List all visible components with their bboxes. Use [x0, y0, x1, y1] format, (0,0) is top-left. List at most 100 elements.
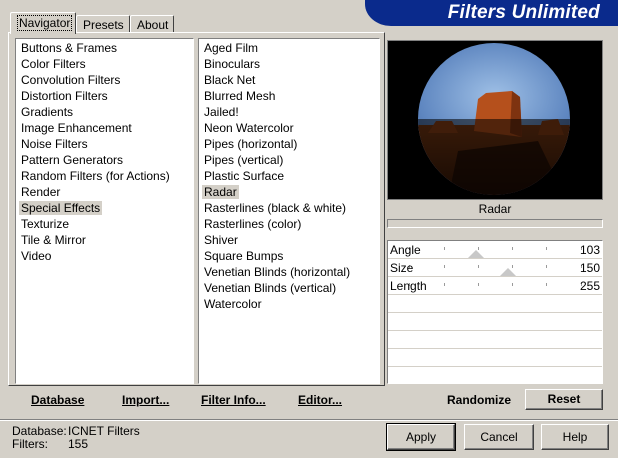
- category-item[interactable]: Texturize: [16, 216, 193, 232]
- reset-button[interactable]: Reset: [525, 389, 603, 410]
- editor-button[interactable]: Editor...: [298, 392, 342, 408]
- slider-tick: [444, 283, 445, 286]
- filter-item-label: Venetian Blinds (vertical): [204, 281, 337, 295]
- filter-list[interactable]: Aged Film Binoculars Black Net Blurred Mesh…: [198, 38, 380, 384]
- filter-item-label: Rasterlines (color): [204, 217, 302, 231]
- category-item-label: Render: [21, 185, 61, 199]
- apply-button[interactable]: Apply: [386, 423, 456, 451]
- param-row[interactable]: Length 255: [388, 277, 602, 295]
- filter-item[interactable]: Venetian Blinds (horizontal): [199, 264, 379, 280]
- tab-about[interactable]: About: [130, 15, 174, 33]
- database-button[interactable]: Database: [31, 392, 84, 408]
- filter-item[interactable]: Venetian Blinds (vertical): [199, 280, 379, 296]
- filter-item[interactable]: Radar: [199, 184, 379, 200]
- category-item-label: Special Effects: [19, 201, 103, 215]
- filter-item-label: Plastic Surface: [204, 169, 285, 183]
- filter-item[interactable]: Pipes (vertical): [199, 152, 379, 168]
- filter-info-button[interactable]: Filter Info...: [201, 392, 266, 408]
- category-item[interactable]: Special Effects: [16, 200, 193, 216]
- tab-navigator-label: Navigator: [17, 15, 73, 31]
- banner-title: Filters Unlimited: [447, 2, 600, 23]
- param-slider[interactable]: [388, 259, 602, 277]
- param-empty-row: [388, 331, 602, 349]
- import-button[interactable]: Import...: [122, 392, 169, 408]
- progress-bar: [387, 219, 603, 228]
- slider-thumb[interactable]: [468, 250, 484, 258]
- tab-presets-label: Presets: [83, 18, 124, 32]
- filter-item-label: Venetian Blinds (horizontal): [204, 265, 351, 279]
- filter-item-label: Shiver: [204, 233, 239, 247]
- category-item[interactable]: Render: [16, 184, 193, 200]
- filter-item-label: Binoculars: [204, 57, 261, 71]
- category-item-label: Gradients: [21, 105, 74, 119]
- param-empty-row: [388, 349, 602, 367]
- tab-presets[interactable]: Presets: [76, 15, 130, 33]
- param-value: 150: [579, 261, 600, 275]
- category-item[interactable]: Convolution Filters: [16, 72, 193, 88]
- filter-item[interactable]: Rasterlines (color): [199, 216, 379, 232]
- category-item[interactable]: Random Filters (for Actions): [16, 168, 193, 184]
- filter-item-label: Neon Watercolor: [204, 121, 294, 135]
- filter-item-label: Square Bumps: [204, 249, 284, 263]
- slider-tick: [546, 283, 547, 286]
- filter-item[interactable]: Watercolor: [199, 296, 379, 312]
- preview-radar-scene: [418, 43, 570, 195]
- category-item[interactable]: Video: [16, 248, 193, 264]
- cancel-button[interactable]: Cancel: [464, 424, 534, 450]
- param-value: 255: [579, 279, 600, 293]
- category-item[interactable]: Noise Filters: [16, 136, 193, 152]
- category-item-label: Video: [21, 249, 52, 263]
- filter-item[interactable]: Neon Watercolor: [199, 120, 379, 136]
- slider-tick: [444, 247, 445, 250]
- slider-tick: [444, 265, 445, 268]
- param-row[interactable]: Angle 103: [388, 241, 602, 259]
- filter-item[interactable]: Binoculars: [199, 56, 379, 72]
- filter-item[interactable]: Jailed!: [199, 104, 379, 120]
- filter-item-label: Rasterlines (black & white): [204, 201, 347, 215]
- filter-item-label: Radar: [202, 185, 239, 199]
- category-item-label: Convolution Filters: [21, 73, 121, 87]
- param-empty-row: [388, 295, 602, 313]
- filter-item-label: Pipes (horizontal): [204, 137, 298, 151]
- filter-item[interactable]: Aged Film: [199, 40, 379, 56]
- status-filters-value: 155: [68, 437, 89, 451]
- filter-item[interactable]: Blurred Mesh: [199, 88, 379, 104]
- category-item-label: Noise Filters: [21, 137, 88, 151]
- filter-item[interactable]: Plastic Surface: [199, 168, 379, 184]
- filter-item-label: Blurred Mesh: [204, 89, 276, 103]
- category-item-label: Color Filters: [21, 57, 86, 71]
- filter-item[interactable]: Square Bumps: [199, 248, 379, 264]
- slider-thumb[interactable]: [500, 268, 516, 276]
- category-item[interactable]: Pattern Generators: [16, 152, 193, 168]
- slider-tick: [512, 283, 513, 286]
- category-item[interactable]: Gradients: [16, 104, 193, 120]
- param-row[interactable]: Size 150: [388, 259, 602, 277]
- category-item-label: Buttons & Frames: [21, 41, 118, 55]
- filter-item-label: Aged Film: [204, 41, 259, 55]
- category-item[interactable]: Tile & Mirror: [16, 232, 193, 248]
- category-item[interactable]: Distortion Filters: [16, 88, 193, 104]
- category-item-label: Tile & Mirror: [21, 233, 86, 247]
- category-item-label: Image Enhancement: [21, 121, 132, 135]
- category-item-label: Texturize: [21, 217, 70, 231]
- slider-tick: [546, 265, 547, 268]
- category-item-label: Random Filters (for Actions): [21, 169, 170, 183]
- help-button[interactable]: Help: [541, 424, 609, 450]
- category-item-label: Distortion Filters: [21, 89, 108, 103]
- category-item[interactable]: Color Filters: [16, 56, 193, 72]
- filter-item[interactable]: Shiver: [199, 232, 379, 248]
- filter-item[interactable]: Pipes (horizontal): [199, 136, 379, 152]
- category-item[interactable]: Image Enhancement: [16, 120, 193, 136]
- slider-tick: [546, 247, 547, 250]
- param-value: 103: [579, 243, 600, 257]
- tab-navigator[interactable]: Navigator: [10, 12, 76, 34]
- filter-item-label: Jailed!: [204, 105, 239, 119]
- category-list[interactable]: Buttons & Frames Color Filters Convolution…: [15, 38, 194, 384]
- category-item[interactable]: Buttons & Frames: [16, 40, 193, 56]
- filter-item[interactable]: Rasterlines (black & white): [199, 200, 379, 216]
- slider-tick: [478, 283, 479, 286]
- parameter-panel: Angle 103 Size 150 Length 255: [387, 240, 603, 385]
- randomize-button[interactable]: Randomize: [447, 392, 511, 408]
- filter-item[interactable]: Black Net: [199, 72, 379, 88]
- param-label: Size: [390, 261, 414, 275]
